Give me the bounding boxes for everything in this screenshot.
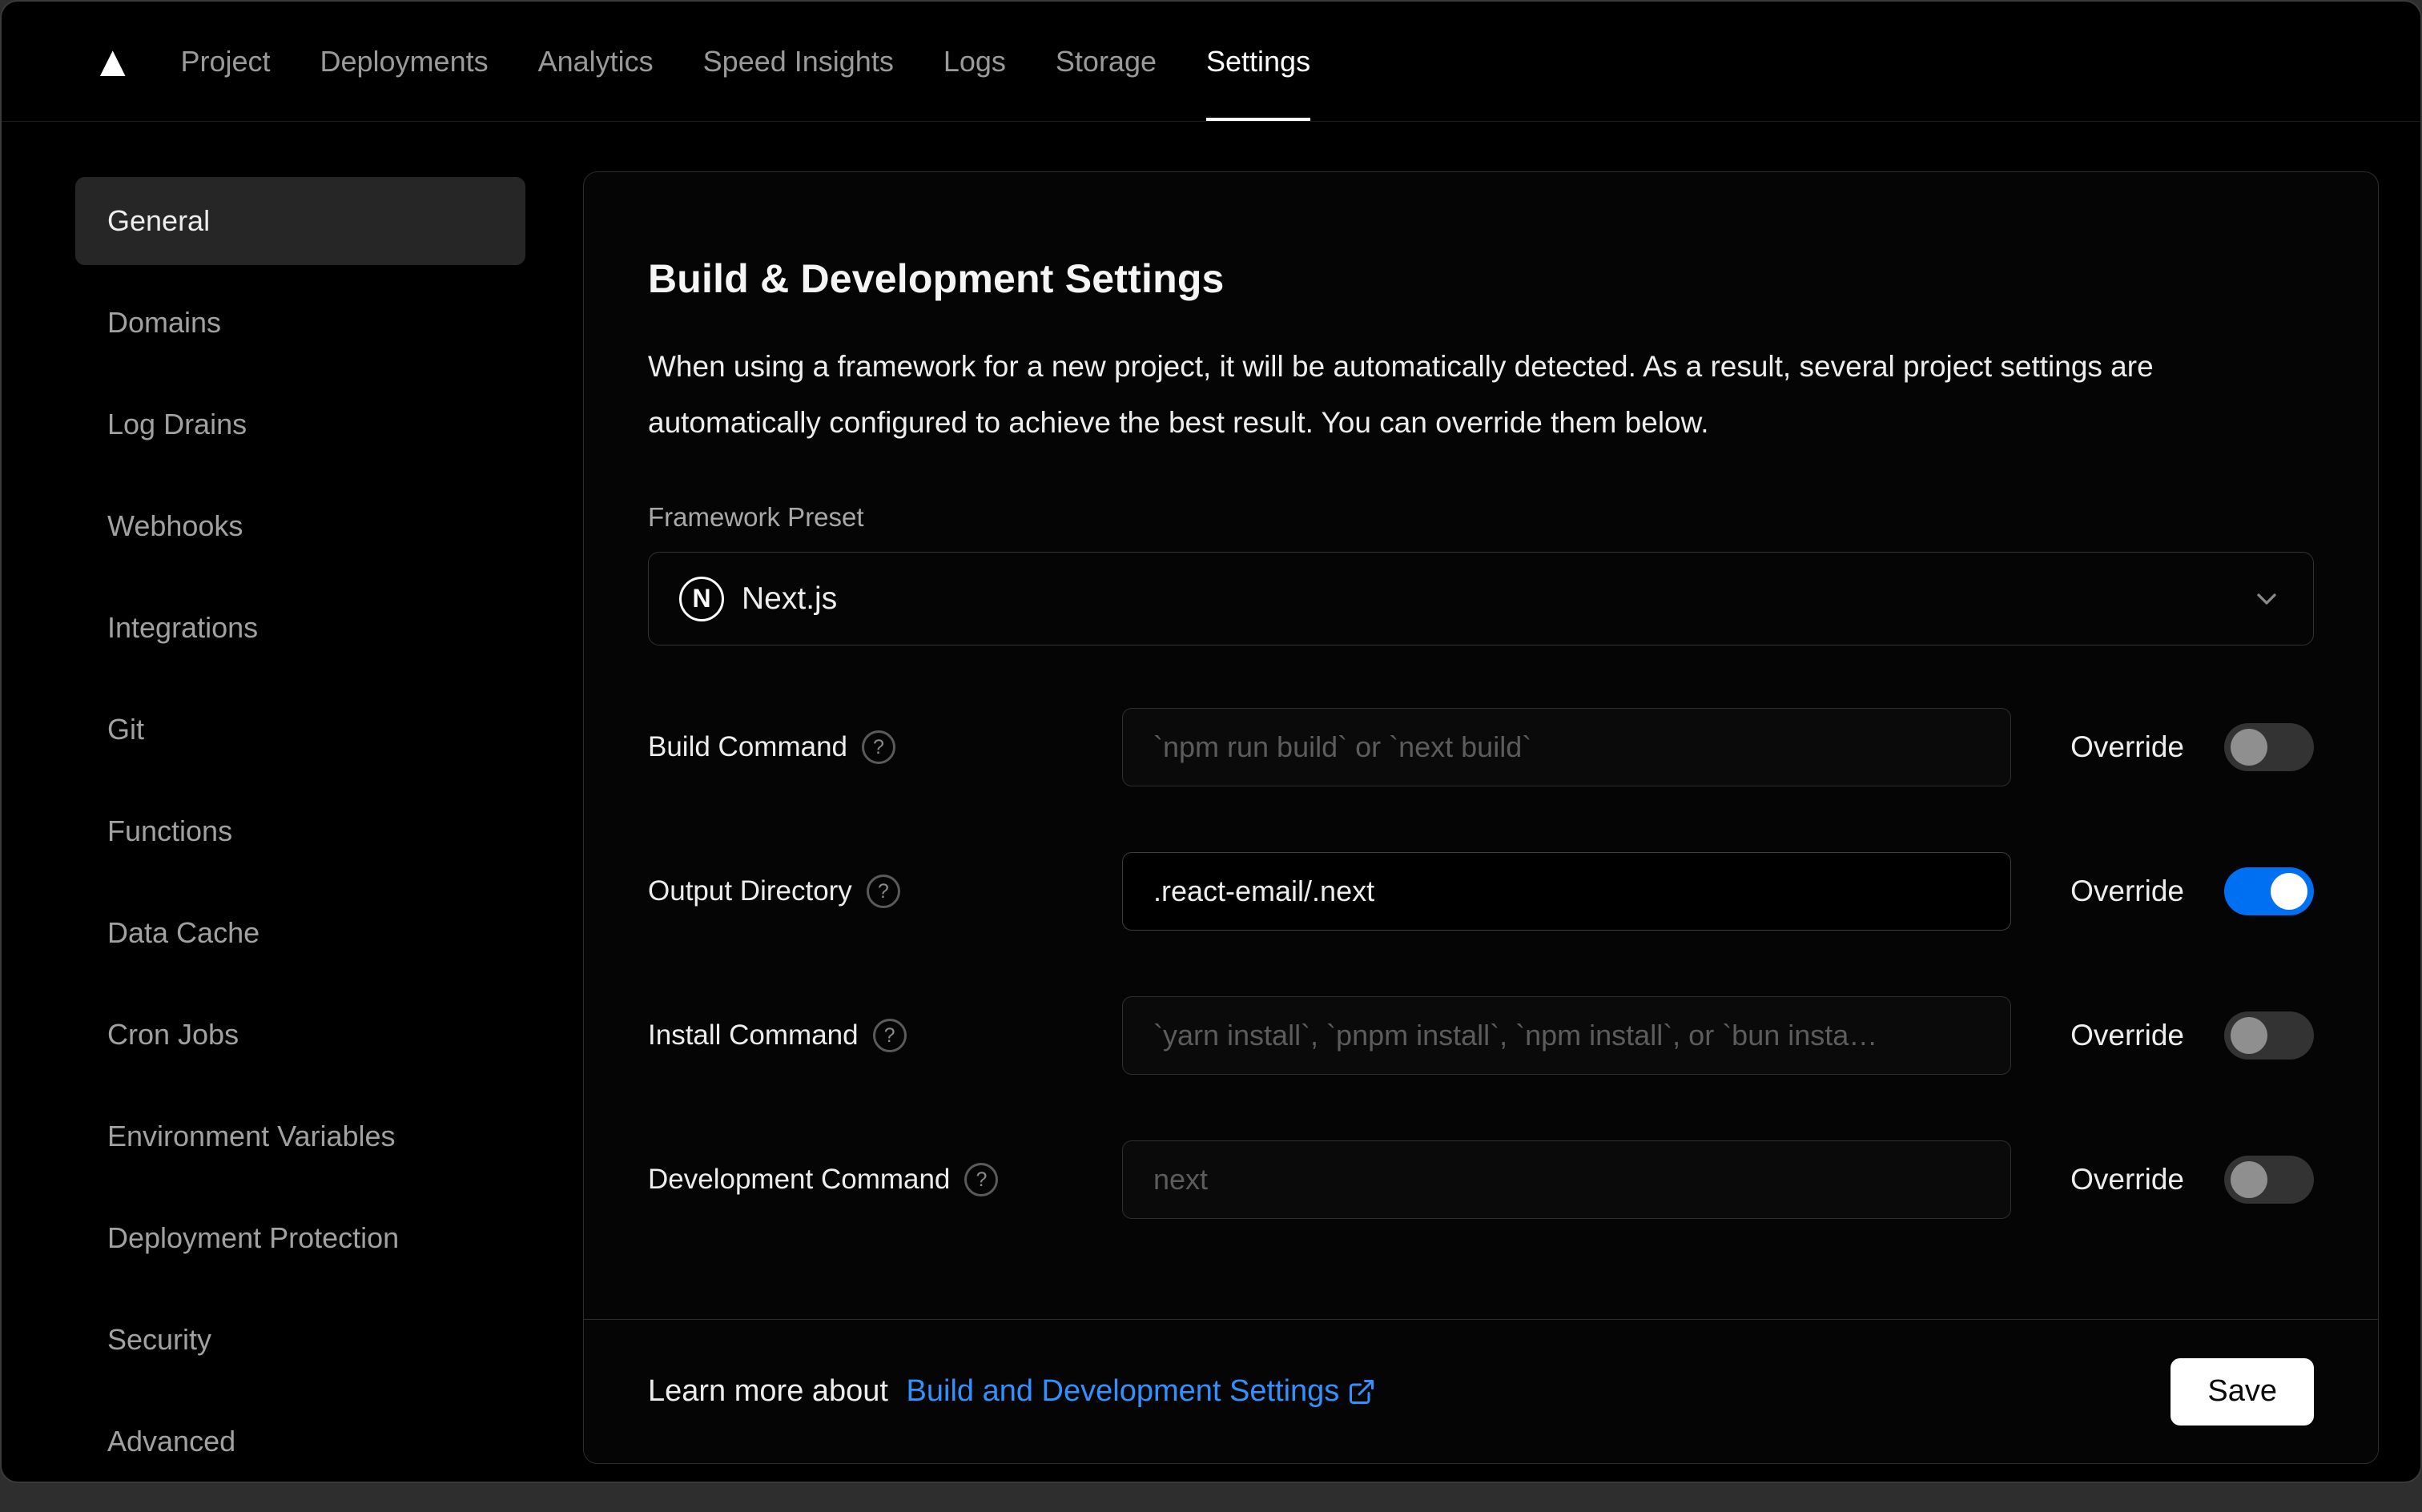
sidebar-item-environment-variables[interactable]: Environment Variables xyxy=(75,1092,525,1180)
nav-tab-storage[interactable]: Storage xyxy=(1056,2,1157,121)
sidebar-item-security[interactable]: Security xyxy=(75,1296,525,1384)
framework-preset-select[interactable]: N Next.js xyxy=(648,552,2314,645)
install-command-override-toggle[interactable] xyxy=(2224,1011,2314,1060)
sidebar-item-git[interactable]: Git xyxy=(75,686,525,774)
override-group: Override xyxy=(2070,867,2314,915)
sidebar-item-domains[interactable]: Domains xyxy=(75,279,525,367)
install-command-row: Install Command ? Override xyxy=(648,996,2314,1075)
nav-tab-speed-insights[interactable]: Speed Insights xyxy=(703,2,894,121)
help-icon[interactable]: ? xyxy=(862,730,895,764)
row-label: Development Command ? xyxy=(648,1163,1122,1196)
build-dev-settings-link[interactable]: Build and Development Settings xyxy=(907,1374,1377,1409)
sidebar-item-webhooks[interactable]: Webhooks xyxy=(75,482,525,570)
override-label: Override xyxy=(2070,1019,2184,1052)
development-command-label: Development Command xyxy=(648,1164,951,1195)
learn-more-text: Learn more about Build and Development S… xyxy=(648,1374,1376,1409)
build-command-label: Build Command xyxy=(648,731,847,762)
sidebar-item-data-cache[interactable]: Data Cache xyxy=(75,889,525,977)
sidebar-item-advanced[interactable]: Advanced xyxy=(75,1397,525,1482)
override-label: Override xyxy=(2070,1163,2184,1196)
framework-preset-label: Framework Preset xyxy=(648,502,864,532)
save-button[interactable]: Save xyxy=(2171,1357,2314,1426)
override-group: Override xyxy=(2070,1011,2314,1060)
card-footer: Learn more about Build and Development S… xyxy=(584,1319,2378,1463)
sidebar-item-integrations[interactable]: Integrations xyxy=(75,584,525,672)
sidebar-item-cron-jobs[interactable]: Cron Jobs xyxy=(75,991,525,1079)
card-description: When using a framework for a new project… xyxy=(648,350,2154,439)
build-command-input[interactable] xyxy=(1122,708,2011,786)
help-icon[interactable]: ? xyxy=(872,1019,907,1052)
nav-tab-settings[interactable]: Settings xyxy=(1206,2,1311,121)
learn-more-prefix: Learn more about xyxy=(648,1374,897,1408)
chevron-down-icon xyxy=(2251,583,2283,615)
toggle-knob xyxy=(2231,1017,2267,1054)
output-directory-override-toggle[interactable] xyxy=(2224,867,2314,915)
nextjs-logo-icon: N xyxy=(679,576,724,621)
toggle-knob xyxy=(2271,873,2307,910)
settings-sidebar: General Domains Log Drains Webhooks Inte… xyxy=(75,177,525,1482)
external-link-icon xyxy=(1347,1377,1376,1406)
development-command-row: Development Command ? Override xyxy=(648,1140,2314,1219)
override-group: Override xyxy=(2070,1156,2314,1204)
top-nav: ▲ Project Deployments Analytics Speed In… xyxy=(2,2,2420,122)
sidebar-item-log-drains[interactable]: Log Drains xyxy=(75,380,525,468)
nav-tabs: Project Deployments Analytics Speed Insi… xyxy=(180,2,1311,121)
build-command-override-toggle[interactable] xyxy=(2224,723,2314,771)
card-body: Build & Development Settings When using … xyxy=(584,172,2378,1319)
nav-tab-logs[interactable]: Logs xyxy=(943,2,1006,121)
output-directory-label: Output Directory xyxy=(648,875,852,907)
row-label: Build Command ? xyxy=(648,730,1122,764)
nav-tab-analytics[interactable]: Analytics xyxy=(538,2,654,121)
framework-preset-value: Next.js xyxy=(742,581,838,616)
toggle-knob xyxy=(2231,1161,2267,1198)
app-window: ▲ Project Deployments Analytics Speed In… xyxy=(0,0,2422,1483)
override-label: Override xyxy=(2070,875,2184,907)
vercel-logo-icon[interactable]: ▲ xyxy=(91,2,134,121)
development-command-input[interactable] xyxy=(1122,1140,2011,1219)
help-icon[interactable]: ? xyxy=(866,875,900,908)
row-label: Output Directory ? xyxy=(648,875,1122,908)
output-directory-row: Output Directory ? Override xyxy=(648,852,2314,931)
build-command-row: Build Command ? Override xyxy=(648,708,2314,786)
page-title: Build & Development Settings xyxy=(648,256,1225,301)
development-command-override-toggle[interactable] xyxy=(2224,1156,2314,1204)
sidebar-item-functions[interactable]: Functions xyxy=(75,787,525,875)
sidebar-item-general[interactable]: General xyxy=(75,177,525,265)
override-group: Override xyxy=(2070,723,2314,771)
nav-tab-deployments[interactable]: Deployments xyxy=(320,2,489,121)
help-icon[interactable]: ? xyxy=(964,1163,999,1196)
output-directory-input[interactable] xyxy=(1122,852,2011,931)
build-dev-settings-card: Build & Development Settings When using … xyxy=(583,171,2379,1464)
install-command-input[interactable] xyxy=(1122,996,2011,1075)
override-label: Override xyxy=(2070,730,2184,763)
nav-tab-project[interactable]: Project xyxy=(180,2,270,121)
install-command-label: Install Command xyxy=(648,1019,859,1051)
settings-rows: Build Command ? Override Output Director… xyxy=(648,708,2314,1219)
row-label: Install Command ? xyxy=(648,1019,1122,1052)
toggle-knob xyxy=(2231,729,2267,766)
sidebar-item-deployment-protection[interactable]: Deployment Protection xyxy=(75,1194,525,1282)
